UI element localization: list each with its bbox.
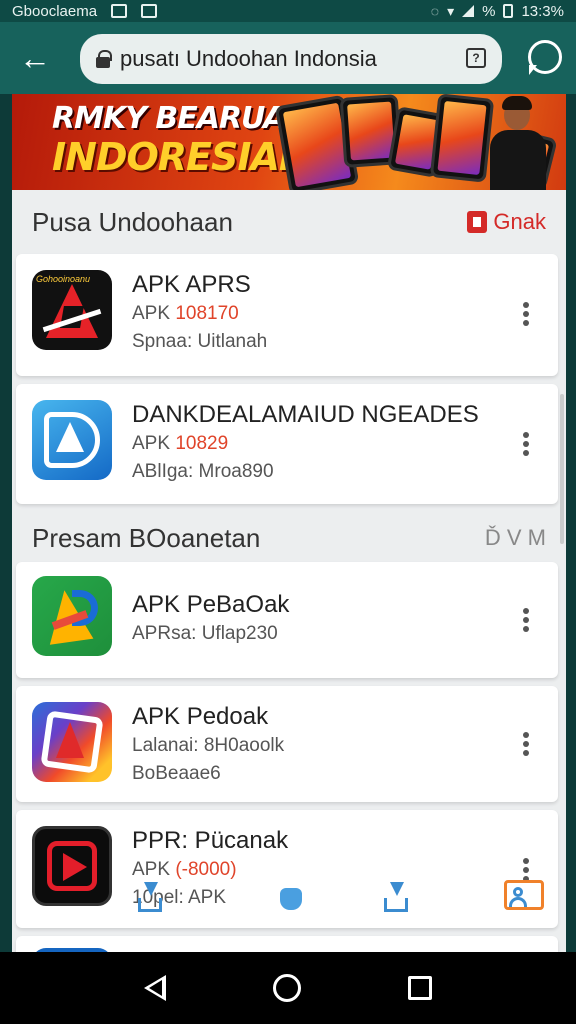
- app-icon: [32, 400, 112, 480]
- bookmark-icon: [467, 211, 488, 233]
- image-notification-icon: [111, 4, 128, 18]
- scrollbar[interactable]: [560, 394, 564, 544]
- profile-tab[interactable]: [504, 880, 544, 910]
- download-tab[interactable]: [134, 880, 166, 916]
- app-list-item[interactable]: APK Pedoak Lalanai: 8H0aoolk BoBeaae6: [16, 686, 558, 802]
- section-action-button[interactable]: Gnak: [467, 209, 546, 235]
- more-options-button[interactable]: [514, 600, 538, 640]
- install-icon: [384, 898, 408, 912]
- app-icon: [32, 826, 112, 906]
- section-title: Presam BOoanetan: [32, 522, 261, 553]
- banner-person-image: [488, 96, 548, 190]
- nav-home-button[interactable]: [272, 974, 301, 1002]
- app-name: DANKDEALAMAIUD NGEADES: [132, 401, 479, 428]
- more-options-button[interactable]: [514, 424, 538, 464]
- app-name: APK APRS: [132, 271, 251, 298]
- message-notification-icon: [141, 4, 158, 18]
- banner-phone-image: [429, 94, 495, 183]
- clock: 13:3%: [521, 2, 564, 20]
- hand-icon: [280, 888, 302, 910]
- app-version: APK 10829: [132, 433, 229, 454]
- promo-banner[interactable]: RMKY BEARUAIN INDORESIAI: [12, 94, 566, 190]
- app-meta: ABlIga: Mroa890: [132, 461, 274, 482]
- section-header: Pusa Undoohaan Gnak: [12, 192, 566, 252]
- status-left-text: Gbooclaema: [12, 2, 98, 20]
- nav-recents-button[interactable]: [408, 976, 433, 1000]
- battery-icon: [503, 4, 514, 18]
- app-name: APK PeBaOak: [132, 591, 290, 618]
- section-title: Pusa Undoohaan: [32, 206, 233, 237]
- user-icon: [513, 887, 523, 897]
- app-meta: Lalanai: 8H0aoolk: [132, 735, 285, 756]
- app-list-item[interactable]: Gohooinoanu APK APRS APK 108170 Spnaa: U…: [16, 254, 558, 376]
- arrow-left-icon: ←: [19, 39, 51, 76]
- app-name: PPR: Pücanak: [132, 827, 289, 854]
- status-bar: Gbooclaema ◌ ▾ % 13:3%: [0, 0, 576, 22]
- page-content[interactable]: RMKY BEARUAIN INDORESIAI Pusa Undoohaan …: [12, 94, 566, 952]
- wifi-icon: ▾: [447, 2, 455, 19]
- more-options-button[interactable]: [514, 724, 538, 764]
- app-meta: APRsa: Uflap230: [132, 623, 278, 644]
- more-options-button[interactable]: [514, 294, 538, 334]
- app-meta: Spnaa: Uitlanah: [132, 331, 268, 352]
- app-icon-label: Gohooinoanu: [36, 274, 91, 284]
- app-meta: BoBeaae6: [132, 763, 221, 784]
- install-tab[interactable]: [380, 880, 412, 916]
- section-header: Presam BOoanetan Ď V М: [12, 508, 566, 568]
- app-icon: [32, 576, 112, 656]
- section-action-label: Gnak: [493, 209, 546, 234]
- chat-button[interactable]: [528, 40, 562, 75]
- hand-tab[interactable]: [274, 880, 306, 916]
- browser-toolbar: ← pusatı Undoohan Indonsia ?: [0, 22, 576, 94]
- lock-icon: [96, 50, 112, 68]
- app-version: APK 108170: [132, 303, 239, 324]
- download-icon: [138, 898, 162, 912]
- banner-line-2: INDORESIAI: [52, 135, 293, 179]
- system-nav-bar: [0, 952, 576, 1024]
- app-list-item[interactable]: APK PeBaOak APRsa: Uflap230: [16, 562, 558, 678]
- back-button[interactable]: ←: [8, 31, 62, 85]
- app-icon: [32, 702, 112, 782]
- url-text: pusatı Undoohan Indonsia: [120, 46, 377, 71]
- app-version: APK (-8000): [132, 859, 237, 880]
- app-name: APK Pedoak: [132, 703, 269, 730]
- address-bar[interactable]: pusatı Undoohan Indonsia ?: [80, 34, 502, 84]
- nav-back-button[interactable]: [143, 975, 166, 1001]
- app-list-item[interactable]: DANKDEALAMAIUD NGEADES APK 10829 ABlIga:…: [16, 384, 558, 504]
- signal-icon: [462, 5, 475, 17]
- app-meta: 10pel: APK: [132, 887, 227, 908]
- app-list-item[interactable]: [16, 936, 558, 952]
- section-action-button[interactable]: Ď V М: [485, 525, 546, 551]
- help-icon[interactable]: ?: [466, 48, 486, 68]
- vibrate-icon: ◌: [430, 3, 440, 19]
- battery-text: %: [482, 2, 496, 20]
- app-icon: Gohooinoanu: [32, 270, 112, 350]
